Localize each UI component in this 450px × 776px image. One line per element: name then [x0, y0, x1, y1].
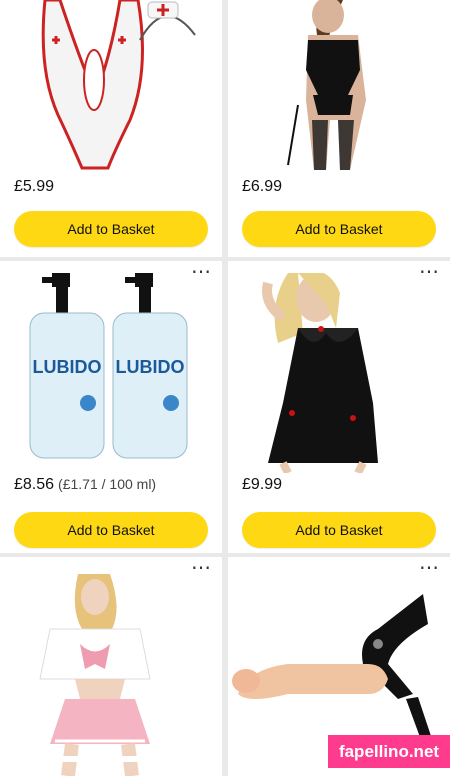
price-value: £9.99 [242, 476, 283, 493]
product-card[interactable]: £6.99 Add to Basket [228, 0, 450, 257]
price: £8.56 (£1.71 / 100 ml) [14, 476, 156, 494]
bottle-label: LUBIDO [116, 357, 185, 377]
price: £9.99 [242, 476, 282, 494]
price-value: £5.99 [14, 178, 55, 195]
price-value: £8.56 [14, 476, 55, 493]
product-card[interactable]: ⋯ £9.99 Add to Basket [228, 261, 450, 553]
product-image[interactable] [0, 0, 222, 170]
add-to-basket-button[interactable]: Add to Basket [242, 211, 436, 247]
product-image[interactable]: LUBIDO LUBIDO [0, 273, 222, 473]
price: £5.99 [14, 178, 54, 196]
price-value: £6.99 [242, 178, 283, 195]
product-grid: £5.99 Add to Basket £6.99 Add to Basket … [0, 0, 450, 776]
product-image[interactable] [228, 273, 450, 473]
product-image[interactable] [0, 569, 222, 776]
product-card[interactable]: ⋯ LUBIDO LUBIDO £8.56 (£1.71 / 100 ml) A… [0, 261, 222, 553]
add-to-basket-button[interactable]: Add to Basket [14, 512, 208, 548]
product-card[interactable]: ⋯ [0, 557, 222, 776]
add-to-basket-button[interactable]: Add to Basket [14, 211, 208, 247]
add-to-basket-button[interactable]: Add to Basket [242, 512, 436, 548]
price: £6.99 [242, 178, 282, 196]
bottle-label: LUBIDO [33, 357, 102, 377]
watermark: fapellino.net [328, 735, 450, 768]
unit-price: (£1.71 / 100 ml) [58, 476, 157, 492]
product-image[interactable] [228, 0, 450, 170]
product-card[interactable]: £5.99 Add to Basket [0, 0, 222, 257]
